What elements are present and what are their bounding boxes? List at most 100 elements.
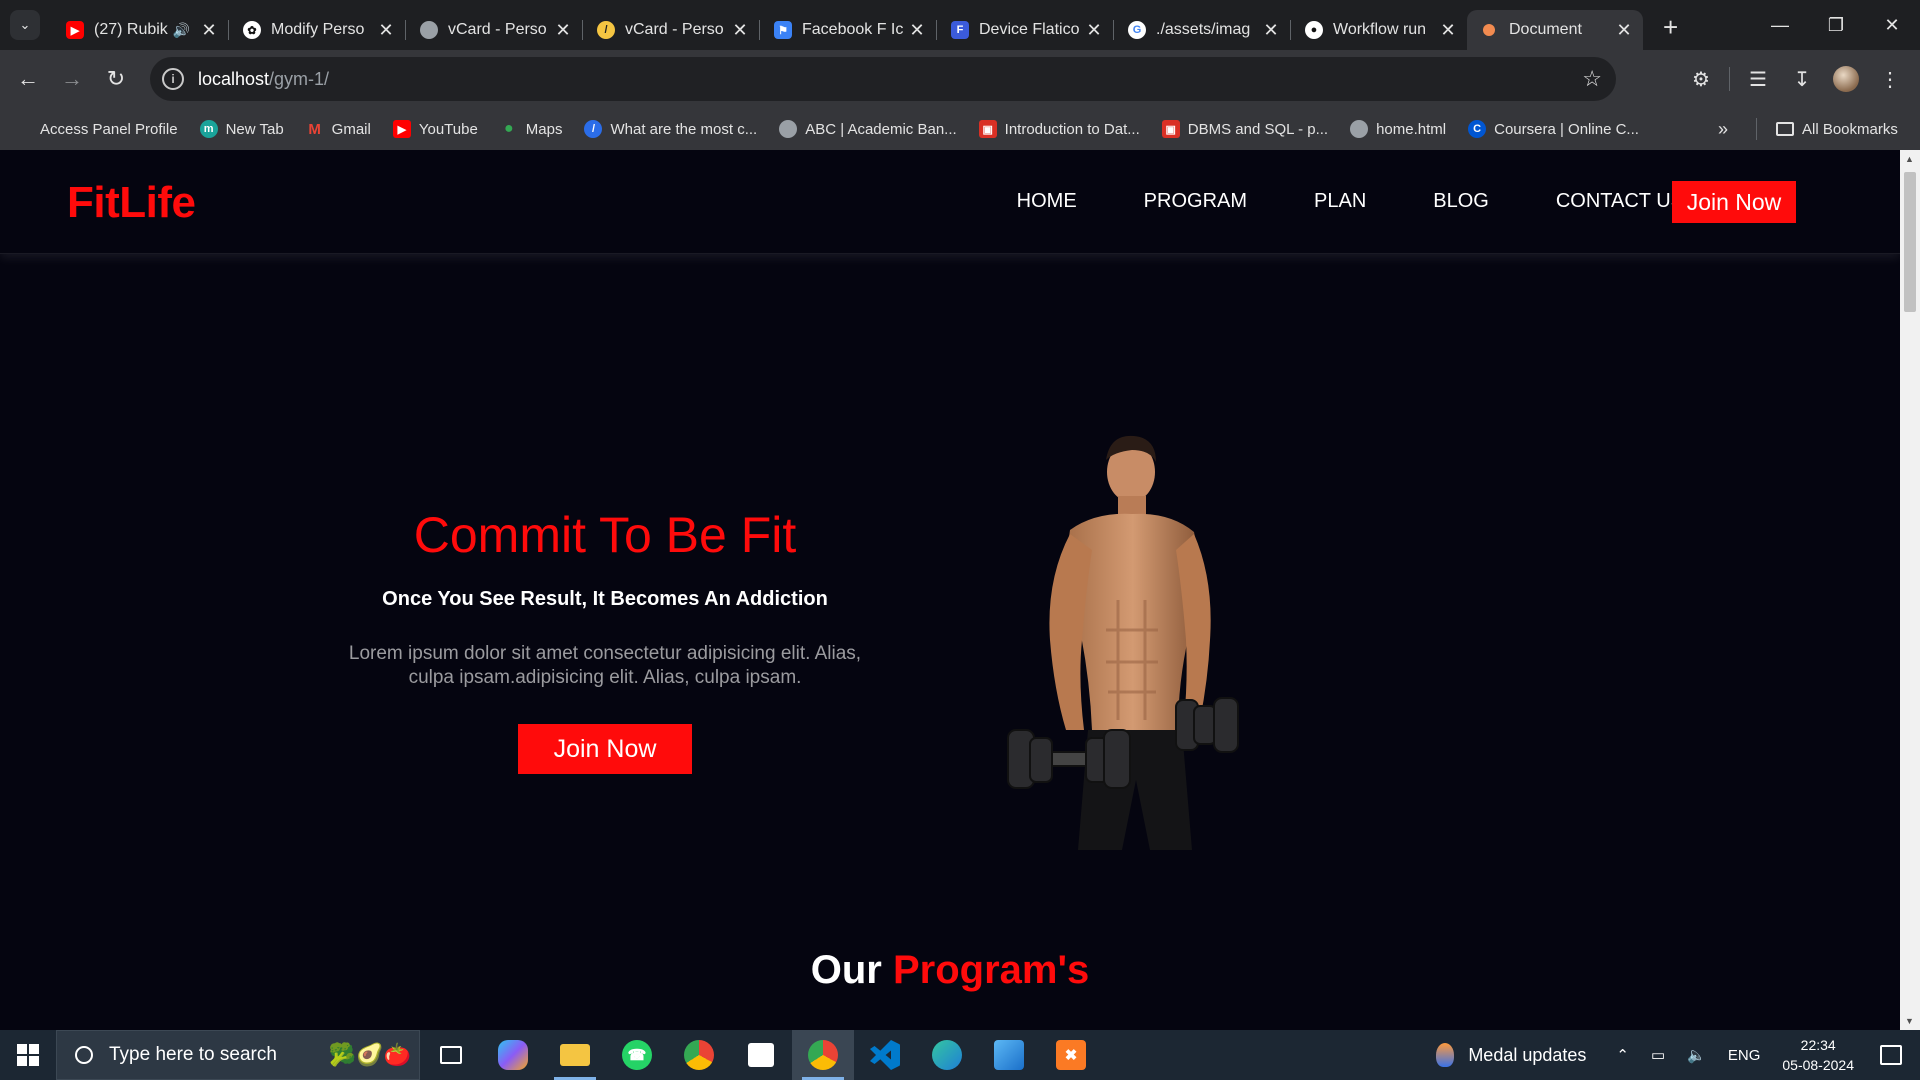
tab-vcard-1[interactable]: vCard - Perso ✕ xyxy=(406,10,582,50)
tab-vcard-2[interactable]: / vCard - Perso ✕ xyxy=(583,10,759,50)
taskbar-search[interactable]: Type here to search 🥦🥑🍅 xyxy=(56,1030,420,1080)
hero-subtitle: Once You See Result, It Becomes An Addic… xyxy=(382,588,828,610)
chrome-icon[interactable] xyxy=(668,1030,730,1080)
bookmark-star-icon[interactable]: ☆ xyxy=(1582,66,1602,92)
close-tab-icon[interactable]: ✕ xyxy=(1439,20,1457,41)
profile-avatar[interactable] xyxy=(1824,57,1868,101)
bookmark-coursera[interactable]: C Coursera | Online C... xyxy=(1468,120,1639,138)
notification-center-icon[interactable] xyxy=(1880,1045,1902,1065)
close-tab-icon[interactable]: ✕ xyxy=(1085,20,1103,41)
tab-search-chevron-icon[interactable]: ⌄ xyxy=(10,10,40,40)
nav-program[interactable]: PROGRAM xyxy=(1144,190,1247,213)
document-icon xyxy=(1483,24,1495,36)
close-tab-icon[interactable]: ✕ xyxy=(377,20,395,41)
tab-assets-image[interactable]: G ./assets/imag ✕ xyxy=(1114,10,1290,50)
show-hidden-icons-chevron-icon[interactable]: ⌃ xyxy=(1616,1046,1629,1064)
start-button[interactable] xyxy=(0,1030,56,1080)
back-arrow-icon[interactable]: ← xyxy=(6,57,50,101)
system-tray: Medal updates ⌃ ▭ 🔈 ENG 22:34 05-08-2024 xyxy=(1436,1030,1920,1080)
site-info-icon[interactable]: i xyxy=(162,68,184,90)
slides-icon: ▣ xyxy=(1161,120,1180,138)
close-tab-icon[interactable]: ✕ xyxy=(1262,20,1280,41)
bookmark-gmail[interactable]: M Gmail xyxy=(306,120,370,138)
reload-icon[interactable]: ↻ xyxy=(94,57,138,101)
nav-blog[interactable]: BLOG xyxy=(1433,190,1489,213)
avatar xyxy=(1833,66,1859,92)
task-view-icon[interactable] xyxy=(420,1030,482,1080)
clock[interactable]: 22:34 05-08-2024 xyxy=(1782,1035,1854,1075)
bookmark-youtube[interactable]: ▶ YouTube xyxy=(392,120,478,138)
page-scrollbar[interactable]: ▲ ▼ xyxy=(1900,150,1920,1030)
toolbar-actions: ⚙ ☰ ↧ ⋮ xyxy=(1679,57,1912,101)
nav-plan[interactable]: PLAN xyxy=(1314,190,1366,213)
url-host: localhost xyxy=(198,68,270,89)
speaker-icon[interactable]: 🔊 xyxy=(173,22,190,39)
minimize-icon[interactable]: — xyxy=(1752,0,1808,50)
hero-description: Lorem ipsum dolor sit amet consectetur a… xyxy=(348,643,862,688)
restore-icon[interactable]: ❐ xyxy=(1808,0,1864,50)
bookmark-home-html[interactable]: home.html xyxy=(1350,120,1446,138)
battery-icon[interactable]: ▭ xyxy=(1651,1046,1665,1064)
nav-join-now-button[interactable]: Join Now xyxy=(1672,181,1796,223)
slides-icon: ▣ xyxy=(978,120,997,138)
flaticon-icon: F xyxy=(951,21,969,39)
newtab-icon: m xyxy=(199,120,218,138)
tab-modify-person[interactable]: ✿ Modify Perso ✕ xyxy=(229,10,405,50)
nav-contact-us[interactable]: CONTACT US xyxy=(1556,190,1684,213)
forward-arrow-icon[interactable]: → xyxy=(50,57,94,101)
bookmark-access-panel[interactable]: Access Panel Profile xyxy=(14,120,178,138)
chrome-profile-icon[interactable] xyxy=(792,1030,854,1080)
photos-icon[interactable] xyxy=(978,1030,1040,1080)
new-tab-plus-icon[interactable]: + xyxy=(1663,12,1678,43)
bookmark-abc[interactable]: ABC | Academic Ban... xyxy=(779,120,957,138)
close-tab-icon[interactable]: ✕ xyxy=(200,20,218,41)
taskbar-search-placeholder: Type here to search xyxy=(109,1044,277,1065)
more-bookmarks-chevron-icon[interactable]: » xyxy=(1718,119,1728,140)
volume-icon[interactable]: 🔈 xyxy=(1687,1046,1706,1064)
bookmarks-divider xyxy=(1756,118,1757,140)
extensions-icon[interactable]: ⚙ xyxy=(1679,57,1723,101)
xampp-icon[interactable]: ✖ xyxy=(1040,1030,1102,1080)
github-icon: ● xyxy=(1305,21,1323,39)
all-bookmarks-button[interactable]: All Bookmarks xyxy=(1776,121,1898,138)
tab-youtube[interactable]: ▶ (27) Rubik 🔊 ✕ xyxy=(52,10,228,50)
language-indicator[interactable]: ENG xyxy=(1728,1047,1761,1064)
medal-updates-widget[interactable]: Medal updates xyxy=(1436,1043,1586,1067)
vscode-icon[interactable] xyxy=(854,1030,916,1080)
close-tab-icon[interactable]: ✕ xyxy=(731,20,749,41)
edge-icon[interactable] xyxy=(916,1030,978,1080)
close-tab-icon[interactable]: ✕ xyxy=(554,20,572,41)
bookmark-new-tab[interactable]: m New Tab xyxy=(199,120,284,138)
bookmark-intro-dat[interactable]: ▣ Introduction to Dat... xyxy=(978,120,1140,138)
media-queue-icon[interactable]: ☰ xyxy=(1736,57,1780,101)
bookmark-quora[interactable]: / What are the most c... xyxy=(584,120,757,138)
bookmark-dbms-sql[interactable]: ▣ DBMS and SQL - p... xyxy=(1161,120,1328,138)
tab-device-flaticon[interactable]: F Device Flatico ✕ xyxy=(937,10,1113,50)
close-window-icon[interactable]: ✕ xyxy=(1864,0,1920,50)
main-nav: HOME PROGRAM PLAN BLOG CONTACT US xyxy=(950,190,1684,213)
store-icon[interactable] xyxy=(730,1030,792,1080)
whatsapp-icon[interactable]: ☎ xyxy=(606,1030,668,1080)
hero-title: Commit To Be Fit xyxy=(413,507,797,563)
close-tab-icon[interactable]: ✕ xyxy=(908,20,926,41)
hero-join-now-button[interactable]: Join Now xyxy=(518,724,692,774)
nav-home[interactable]: HOME xyxy=(1017,190,1077,213)
kebab-menu-icon[interactable]: ⋮ xyxy=(1868,57,1912,101)
pen-icon: / xyxy=(597,21,615,39)
scroll-down-arrow-icon[interactable]: ▼ xyxy=(1905,1016,1914,1026)
bookmark-maps[interactable]: ● Maps xyxy=(500,120,563,138)
download-icon[interactable]: ↧ xyxy=(1780,57,1824,101)
copilot-icon[interactable] xyxy=(482,1030,544,1080)
site-logo[interactable]: FitLife xyxy=(67,178,196,228)
windows-taskbar: Type here to search 🥦🥑🍅 ☎ ✖ Medal update… xyxy=(0,1030,1920,1080)
globe-icon xyxy=(420,21,438,39)
close-tab-icon[interactable]: ✕ xyxy=(1615,20,1633,41)
file-explorer-icon[interactable] xyxy=(544,1030,606,1080)
scrollbar-thumb[interactable] xyxy=(1904,172,1916,312)
url-path: /gym-1/ xyxy=(269,68,330,89)
tab-workflow-run[interactable]: ● Workflow run ✕ xyxy=(1291,10,1467,50)
address-bar[interactable]: i localhost/gym-1/ ☆ xyxy=(150,57,1616,101)
scroll-up-arrow-icon[interactable]: ▲ xyxy=(1905,154,1914,164)
tab-document[interactable]: Document ✕ xyxy=(1467,10,1643,50)
tab-facebook-icons[interactable]: ⚑ Facebook F Ic ✕ xyxy=(760,10,936,50)
